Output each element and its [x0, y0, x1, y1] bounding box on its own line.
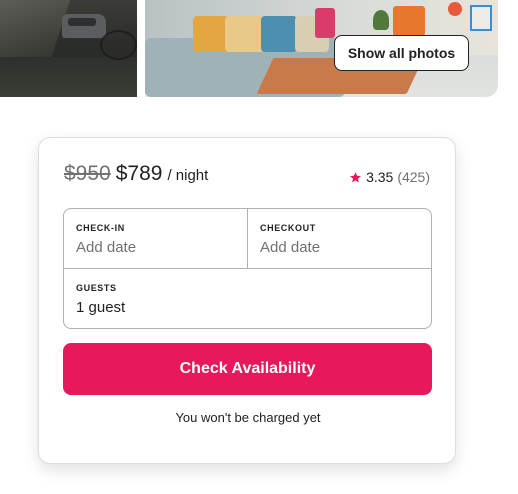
price-row: $950 $789 / night — [64, 162, 208, 186]
photo-detail — [470, 5, 492, 31]
guests-field[interactable]: GUESTS 1 guest — [64, 269, 431, 328]
charge-note: You won't be charged yet — [175, 410, 321, 425]
photo-detail — [62, 14, 106, 38]
nightly-price: $789 — [115, 162, 163, 185]
guests-label: GUESTS — [76, 283, 117, 293]
photo-detail — [315, 8, 335, 38]
photo-detail — [393, 6, 425, 36]
photo-detail — [0, 57, 137, 97]
photo-detail — [100, 30, 137, 60]
booking-inputs: CHECK-IN Add date CHECKOUT Add date GUES… — [63, 208, 432, 329]
price-unit: / night — [167, 167, 209, 184]
star-icon — [350, 171, 361, 182]
photo-detail — [373, 10, 389, 30]
checkout-field[interactable]: CHECKOUT Add date — [248, 209, 431, 269]
check-availability-button[interactable]: Check Availability — [63, 343, 432, 395]
check-in-label: CHECK-IN — [76, 223, 125, 233]
photo-detail — [193, 16, 229, 52]
photo-detail — [225, 16, 265, 52]
original-price: $950 — [64, 162, 111, 185]
review-count: (425) — [397, 169, 430, 185]
check-in-field[interactable]: CHECK-IN Add date — [64, 209, 248, 269]
guests-value: 1 guest — [76, 299, 126, 316]
photo-detail — [448, 2, 462, 16]
rating-score: 3.35 — [366, 169, 394, 185]
booking-card: $950 $789 / night 3.35 (425) CHECK-IN Ad… — [38, 137, 456, 464]
rating[interactable]: 3.35 (425) — [349, 169, 430, 185]
photo-detail — [261, 16, 297, 52]
show-all-photos-button[interactable]: Show all photos — [334, 35, 469, 71]
canal-street-photo[interactable] — [0, 0, 137, 97]
check-in-placeholder: Add date — [76, 239, 137, 256]
checkout-placeholder: Add date — [260, 239, 321, 256]
checkout-label: CHECKOUT — [260, 223, 316, 233]
